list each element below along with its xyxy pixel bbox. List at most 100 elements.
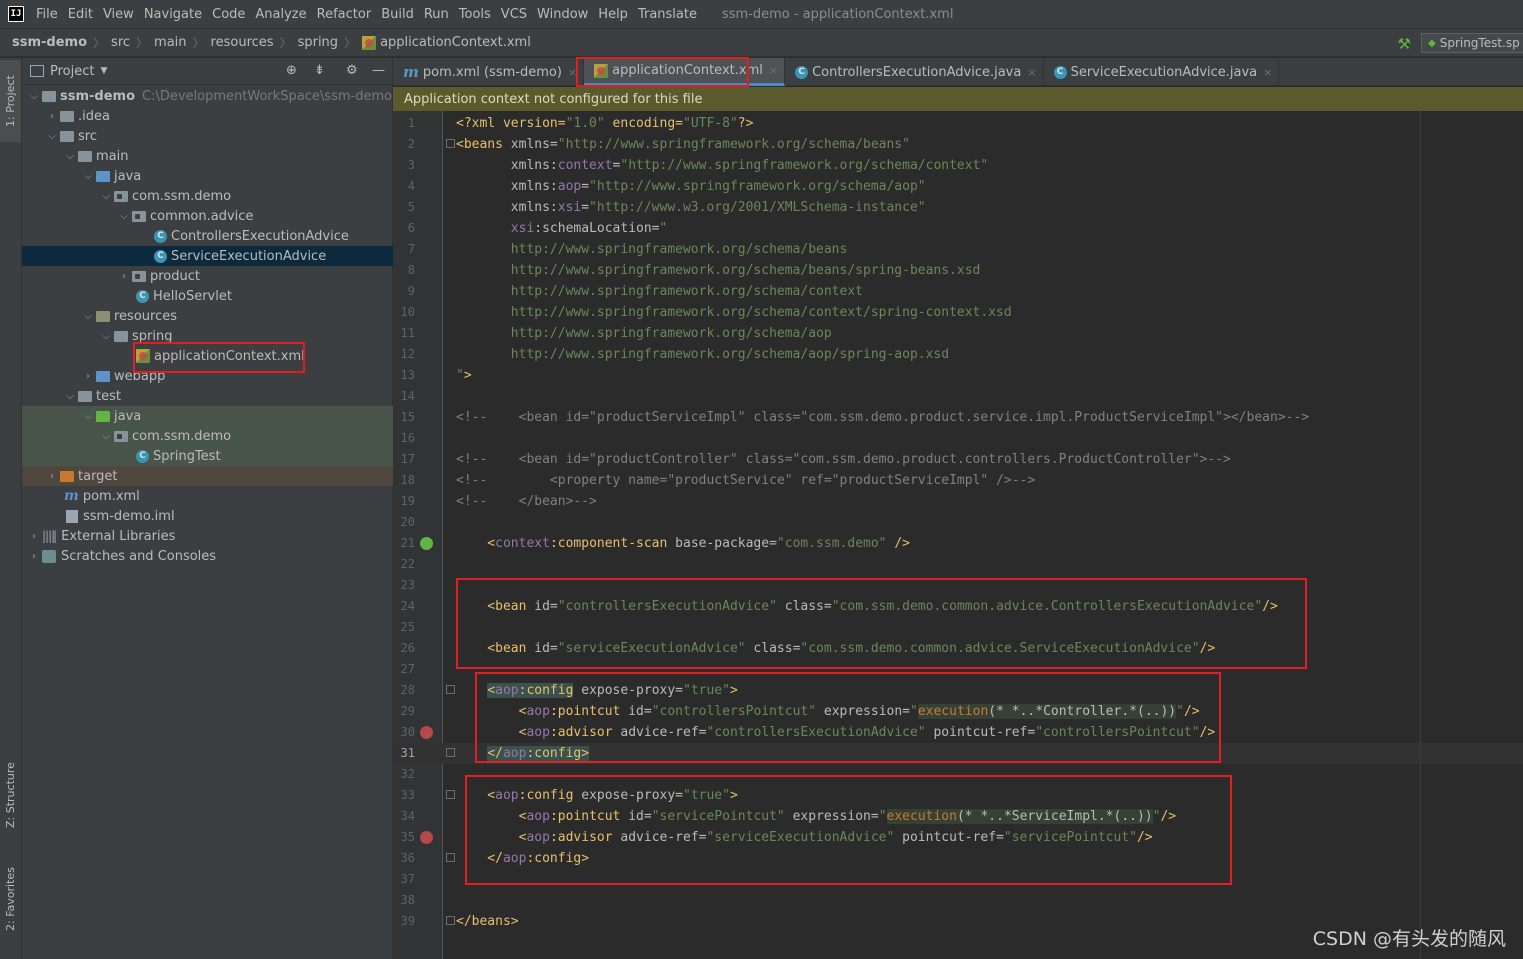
- menu-tools[interactable]: Tools: [454, 0, 496, 29]
- chevron-down-icon[interactable]: ⌵: [98, 331, 114, 342]
- tree-item-test-java[interactable]: ⌵ java: [22, 406, 393, 426]
- code-line[interactable]: 3 xmlns:context="http://www.springframew…: [393, 155, 1523, 176]
- fold-marker-icon[interactable]: [446, 853, 455, 862]
- tab-controllers-advice[interactable]: C ControllersExecutionAdvice.java ×: [785, 58, 1044, 86]
- gear-icon[interactable]: ⚙: [346, 63, 358, 78]
- fold-marker-icon[interactable]: [446, 139, 455, 148]
- close-icon[interactable]: ×: [769, 64, 778, 77]
- fold-marker-icon[interactable]: [446, 685, 455, 694]
- tree-item-main[interactable]: ⌵ main: [22, 146, 393, 166]
- run-configuration-selector[interactable]: ◆ SpringTest.sp: [1421, 33, 1523, 53]
- tree-item-service-advice[interactable]: C ServiceExecutionAdvice: [22, 246, 393, 266]
- collapse-all-icon[interactable]: ⇟: [314, 63, 325, 78]
- project-view-selector[interactable]: Project: [50, 64, 94, 79]
- tool-tab-structure[interactable]: Z: Structure: [0, 754, 21, 836]
- close-icon[interactable]: ×: [1027, 66, 1036, 79]
- chevron-down-icon[interactable]: ⌵: [80, 411, 96, 422]
- menu-navigate[interactable]: Navigate: [139, 0, 207, 29]
- menu-run[interactable]: Run: [419, 0, 454, 29]
- chevron-down-icon[interactable]: ⌵: [26, 91, 42, 102]
- tree-item-iml[interactable]: ssm-demo.iml: [22, 506, 393, 526]
- spring-bean-icon[interactable]: [420, 537, 433, 550]
- tree-item-test-package[interactable]: ⌵ com.ssm.demo: [22, 426, 393, 446]
- breadcrumb-file[interactable]: applicationContext.xml: [380, 35, 531, 50]
- code-line[interactable]: 9 http://www.springframework.org/schema/…: [393, 281, 1523, 302]
- menu-translate[interactable]: Translate: [633, 0, 702, 29]
- code-line[interactable]: 6 xsi:schemaLocation=": [393, 218, 1523, 239]
- build-hammer-icon[interactable]: ⚒: [1398, 35, 1411, 53]
- menu-code[interactable]: Code: [207, 0, 250, 29]
- chevron-down-icon[interactable]: ⌵: [98, 431, 114, 442]
- tree-item-common-advice[interactable]: ⌵ common.advice: [22, 206, 393, 226]
- menu-build[interactable]: Build: [376, 0, 419, 29]
- tree-item-controllers-advice[interactable]: C ControllersExecutionAdvice: [22, 226, 393, 246]
- fold-marker-icon[interactable]: [446, 916, 455, 925]
- code-line[interactable]: 10 http://www.springframework.org/schema…: [393, 302, 1523, 323]
- menu-view[interactable]: View: [98, 0, 139, 29]
- tool-tab-favorites[interactable]: 2: Favorites: [0, 858, 21, 940]
- code-line[interactable]: 18 <!-- <property name="productService" r…: [393, 470, 1523, 491]
- minimize-icon[interactable]: —: [372, 63, 385, 78]
- chevron-right-icon[interactable]: ›: [26, 531, 42, 542]
- code-line[interactable]: 15 <!-- <bean id="productServiceImpl" cla…: [393, 407, 1523, 428]
- breadcrumb-spring[interactable]: spring: [298, 35, 338, 50]
- menu-vcs[interactable]: VCS: [496, 0, 532, 29]
- tree-item-package[interactable]: ⌵ com.ssm.demo: [22, 186, 393, 206]
- chevron-down-icon[interactable]: ⌵: [116, 211, 132, 222]
- tree-item-target[interactable]: › target: [22, 466, 393, 486]
- code-line[interactable]: 11 http://www.springframework.org/schema…: [393, 323, 1523, 344]
- fold-marker-icon[interactable]: [446, 748, 455, 757]
- code-line[interactable]: 13 ">: [393, 365, 1523, 386]
- tab-service-advice[interactable]: C ServiceExecutionAdvice.java ×: [1044, 58, 1280, 86]
- code-line[interactable]: 5 xmlns:xsi="http://www.w3.org/2001/XMLS…: [393, 197, 1523, 218]
- aop-advisor-icon[interactable]: [420, 831, 433, 844]
- chevron-down-icon[interactable]: ⌵: [98, 191, 114, 202]
- breadcrumb-src[interactable]: src: [111, 35, 130, 50]
- menu-edit[interactable]: Edit: [63, 0, 98, 29]
- tree-item-product[interactable]: › product: [22, 266, 393, 286]
- tree-item-springtest[interactable]: C SpringTest: [22, 446, 393, 466]
- code-line[interactable]: 8 http://www.springframework.org/schema/…: [393, 260, 1523, 281]
- tree-item-helloservlet[interactable]: C HelloServlet: [22, 286, 393, 306]
- aop-advisor-icon[interactable]: [420, 726, 433, 739]
- locate-icon[interactable]: ⊕: [286, 63, 297, 78]
- code-line[interactable]: 1 <?xml version="1.0" encoding="UTF-8"?>: [393, 113, 1523, 134]
- tree-item-resources[interactable]: ⌵ resources: [22, 306, 393, 326]
- breadcrumb-resources[interactable]: resources: [211, 35, 274, 50]
- tree-item-ssm-demo[interactable]: ⌵ ssm-demo C:\DevelopmentWorkSpace\ssm-d…: [22, 86, 393, 106]
- menu-file[interactable]: File: [31, 0, 63, 29]
- tree-item-pom[interactable]: m pom.xml: [22, 486, 393, 506]
- chevron-right-icon[interactable]: ›: [44, 111, 60, 122]
- code-line[interactable]: 2 <beans xmlns="http://www.springframewor…: [393, 134, 1523, 155]
- code-line[interactable]: 4 xmlns:aop="http://www.springframework.…: [393, 176, 1523, 197]
- menu-help[interactable]: Help: [593, 0, 633, 29]
- menu-window[interactable]: Window: [532, 0, 593, 29]
- chevron-right-icon[interactable]: ›: [80, 371, 96, 382]
- chevron-down-icon[interactable]: ⌵: [44, 131, 60, 142]
- tab-pom-xml[interactable]: m pom.xml (ssm-demo) ×: [393, 58, 585, 86]
- fold-marker-icon[interactable]: [446, 790, 455, 799]
- code-line[interactable]: 20: [393, 512, 1523, 533]
- breadcrumb-project[interactable]: ssm-demo: [12, 35, 87, 50]
- tool-tab-project[interactable]: 1: Project: [0, 60, 21, 142]
- code-line[interactable]: 22: [393, 554, 1523, 575]
- code-line[interactable]: 17 <!-- <bean id="productController" clas…: [393, 449, 1523, 470]
- code-line[interactable]: 14: [393, 386, 1523, 407]
- code-line[interactable]: 12 http://www.springframework.org/schema…: [393, 344, 1523, 365]
- tree-item-java[interactable]: ⌵ java: [22, 166, 393, 186]
- chevron-down-icon[interactable]: ⌵: [80, 311, 96, 322]
- tree-item-src[interactable]: ⌵ src: [22, 126, 393, 146]
- chevron-right-icon[interactable]: ›: [44, 471, 60, 482]
- menu-analyze[interactable]: Analyze: [250, 0, 311, 29]
- chevron-right-icon[interactable]: ›: [116, 271, 132, 282]
- code-line[interactable]: 16: [393, 428, 1523, 449]
- chevron-down-icon[interactable]: ▼: [100, 66, 107, 76]
- code-line[interactable]: 19 <!-- </bean>-->: [393, 491, 1523, 512]
- chevron-down-icon[interactable]: ⌵: [62, 391, 78, 402]
- tree-item-idea[interactable]: › .idea: [22, 106, 393, 126]
- chevron-down-icon[interactable]: ⌵: [80, 171, 96, 182]
- code-line[interactable]: 7 http://www.springframework.org/schema/…: [393, 239, 1523, 260]
- chevron-down-icon[interactable]: ⌵: [62, 151, 78, 162]
- chevron-right-icon[interactable]: ›: [26, 551, 42, 562]
- tree-item-scratches[interactable]: › Scratches and Consoles: [22, 546, 393, 566]
